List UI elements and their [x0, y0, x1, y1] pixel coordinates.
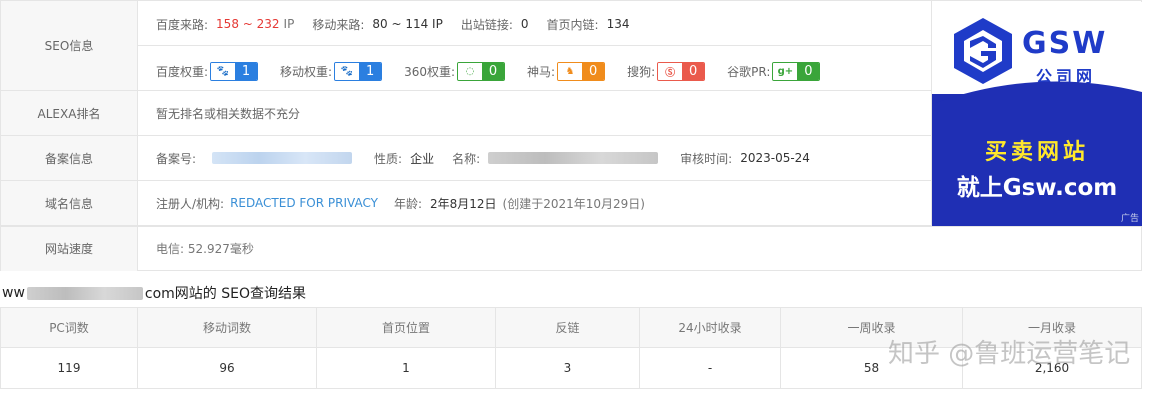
mobile-source-value: 80 ~ 114 IP — [372, 17, 443, 31]
domain-age-value: 2年8月12日 — [429, 196, 497, 211]
baidu-source-label: 百度来路: — [156, 17, 209, 32]
icp-row: 备案信息 备案号: 性质: 企业 名称: 审核时间: 2023-05-24 — [1, 136, 931, 181]
speed-label: 网站速度 — [1, 226, 138, 271]
registrant-link[interactable]: REDACTED FOR PRIVACY — [230, 196, 378, 210]
header-pc-words: PC词数 — [1, 308, 138, 347]
homepage-links-value: 134 — [606, 17, 630, 31]
sogou-badge[interactable]: Ⓢ 0 — [657, 62, 706, 81]
sogou-icon: Ⓢ — [658, 63, 683, 80]
seo-row: SEO信息 百度来路: 158 ~ 232 IP 移动来路: 80 ~ 114 … — [1, 1, 931, 91]
icp-name-label: 名称: — [452, 151, 481, 166]
paw-icon: 🐾 — [211, 63, 236, 80]
header-24h-indexed: 24小时收录 — [640, 308, 781, 347]
360-weight-label: 360权重: — [404, 65, 456, 79]
value-24h-indexed: - — [640, 348, 781, 388]
result-title: ww com网站的 SEO查询结果 — [2, 283, 306, 303]
icp-audit-value: 2023-05-24 — [740, 151, 810, 165]
icp-name-redacted — [488, 152, 659, 164]
seo-label: SEO信息 — [1, 1, 138, 90]
domain-label: 域名信息 — [1, 181, 138, 225]
value-mobile-words[interactable]: 96 — [138, 348, 317, 388]
domain-created-note: (创建于2021年10月29日) — [502, 196, 645, 211]
icp-label: 备案信息 — [1, 136, 138, 180]
google-plus-icon: g+ — [773, 63, 798, 80]
alexa-label: ALEXA排名 — [1, 91, 138, 135]
result-title-prefix: ww — [2, 285, 25, 301]
icp-number-label: 备案号: — [156, 151, 197, 166]
mobile-weight-value: 1 — [359, 63, 382, 80]
outbound-links-value: 0 — [520, 17, 529, 31]
domain-age-label: 年龄: — [393, 196, 422, 211]
domain-redacted — [26, 286, 143, 300]
icp-nature-value: 企业 — [410, 151, 435, 166]
icp-number-redacted — [212, 152, 353, 164]
baidu-source-unit: IP — [283, 17, 295, 31]
google-pr-value: 0 — [797, 63, 820, 80]
ad-tag: 广告 — [1120, 214, 1139, 224]
google-pr-badge[interactable]: g+ 0 — [772, 62, 821, 81]
outbound-links-label: 出站链接: — [460, 17, 513, 32]
baidu-weight-badge[interactable]: 🐾 1 — [210, 62, 259, 81]
360-weight-badge[interactable]: ◌ 0 — [457, 62, 506, 81]
shenma-badge[interactable]: ♞ 0 — [557, 62, 606, 81]
header-homepage-position: 首页位置 — [317, 308, 496, 347]
360-icon: ◌ — [458, 63, 483, 80]
alexa-value: 暂无排名或相关数据不充分 — [156, 106, 301, 121]
ad-wave — [932, 81, 1142, 114]
value-homepage-position: 1 — [317, 348, 496, 388]
value-pc-words[interactable]: 119 — [1, 348, 138, 388]
google-pr-label: 谷歌PR: — [727, 65, 771, 79]
value-backlinks[interactable]: 3 — [496, 348, 640, 388]
gsw-advertisement[interactable]: GSW 公司网 买卖网站 就上Gsw.com 广告 — [932, 2, 1142, 226]
speed-value: 电信: 52.927毫秒 — [156, 241, 254, 256]
watermark: 知乎 @鲁班运营笔记 — [888, 339, 1131, 369]
site-info-table: SEO信息 百度来路: 158 ~ 232 IP 移动来路: 80 ~ 114 … — [0, 0, 1142, 271]
homepage-links-label: 首页内链: — [546, 17, 599, 32]
seo-weights-line: 百度权重: 🐾 1 移动权重: 🐾 1 360权重: ◌ 0 神马: ♞ 0 搜… — [156, 61, 842, 82]
ad-brand: GSW — [1022, 26, 1108, 61]
shenma-icon: ♞ — [558, 63, 583, 80]
paw-icon: 🐾 — [335, 63, 360, 80]
shenma-label: 神马: — [527, 65, 556, 79]
domain-row: 域名信息 注册人/机构: REDACTED FOR PRIVACY 年龄: 2年… — [1, 181, 931, 226]
sogou-label: 搜狗: — [627, 65, 656, 79]
speed-row: 网站速度 电信: 52.927毫秒 — [1, 226, 1141, 271]
360-weight-value: 0 — [482, 63, 505, 80]
result-title-suffix: com网站的 SEO查询结果 — [144, 286, 307, 302]
sogou-value: 0 — [682, 63, 705, 80]
ad-url: 就上Gsw.com — [956, 175, 1118, 201]
baidu-weight-value: 1 — [235, 63, 258, 80]
ad-headline: 买卖网站 — [984, 140, 1089, 165]
mobile-weight-label: 移动权重: — [280, 65, 333, 79]
baidu-source-value: 158 ~ 232 — [216, 17, 280, 31]
seo-traffic-line: 百度来路: 158 ~ 232 IP 移动来路: 80 ~ 114 IP 出站链… — [156, 15, 647, 33]
icp-audit-label: 审核时间: — [680, 151, 733, 166]
header-mobile-words: 移动词数 — [138, 308, 317, 347]
icp-nature-label: 性质: — [374, 151, 403, 166]
mobile-source-label: 移动来路: — [312, 17, 365, 32]
shenma-value: 0 — [582, 63, 605, 80]
alexa-row: ALEXA排名 暂无排名或相关数据不充分 — [1, 91, 931, 136]
baidu-weight-label: 百度权重: — [156, 65, 209, 79]
header-backlinks: 反链 — [496, 308, 640, 347]
mobile-weight-badge[interactable]: 🐾 1 — [334, 62, 383, 81]
registrant-label: 注册人/机构: — [156, 196, 225, 211]
